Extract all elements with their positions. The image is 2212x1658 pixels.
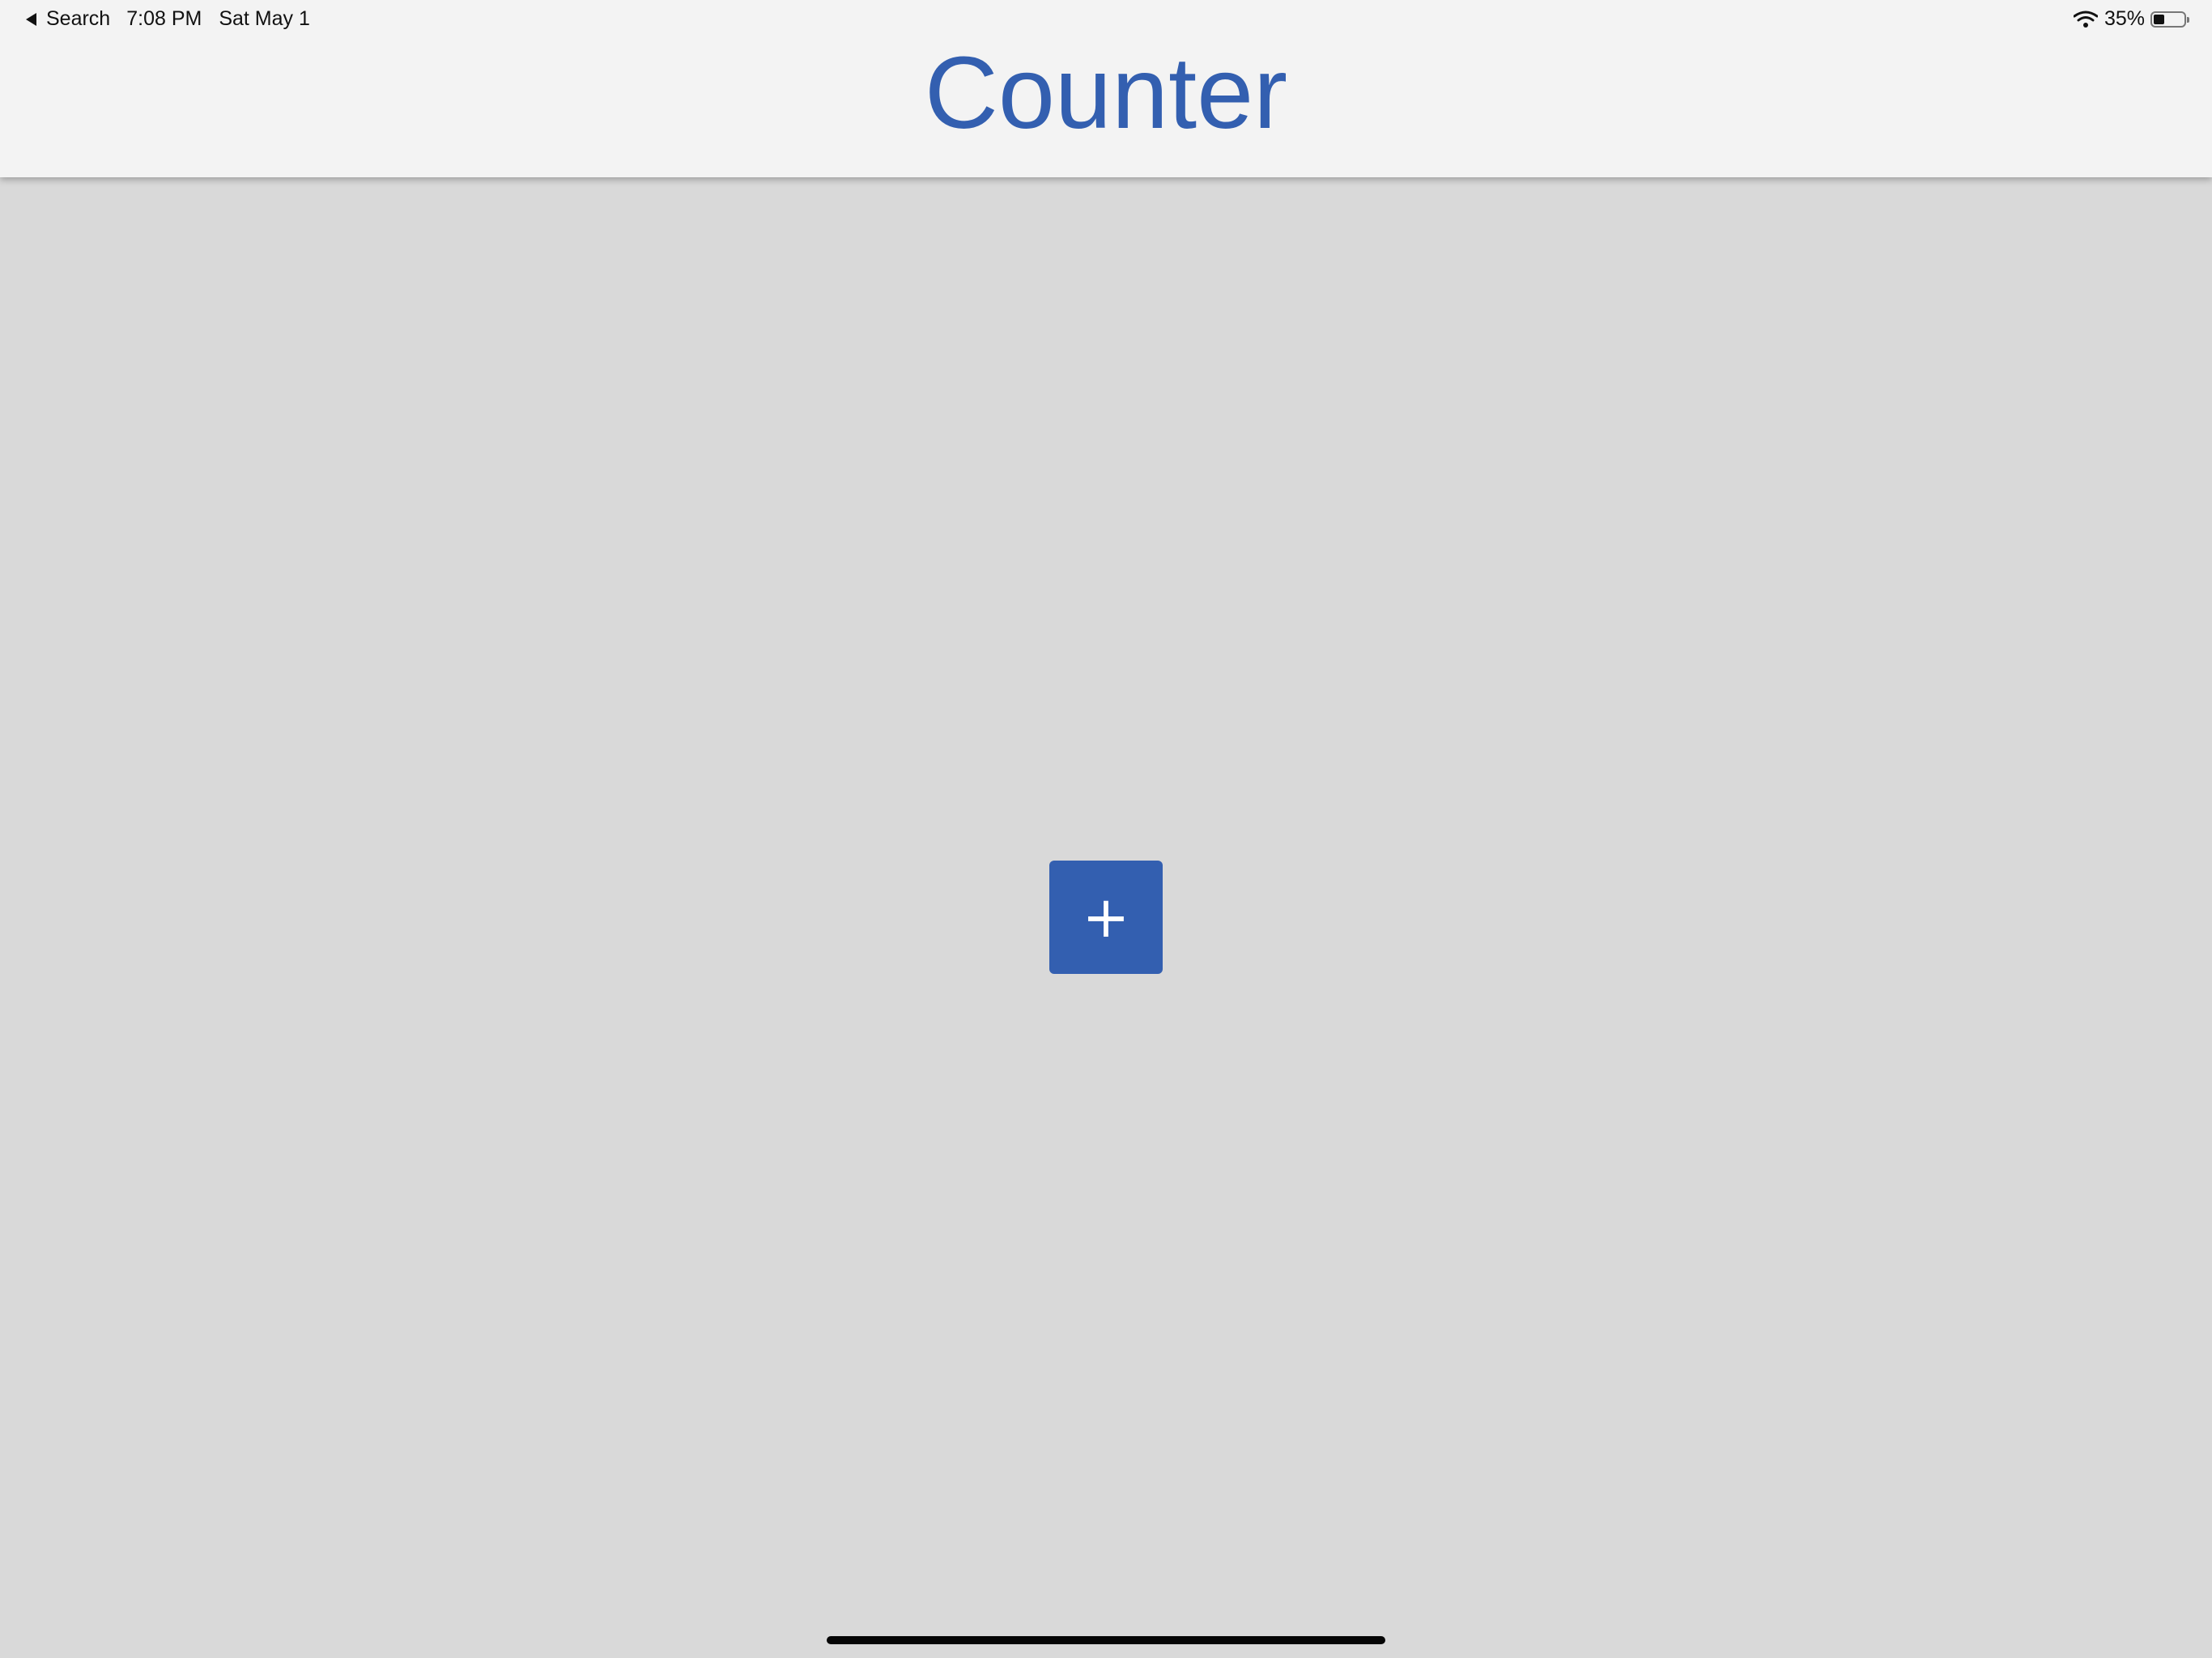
battery-fill [2154,14,2164,24]
back-link[interactable]: Search [46,7,110,31]
battery-cap [2187,16,2189,23]
battery-percentage: 35% [2104,7,2145,30]
wifi-icon [2073,11,2098,28]
header: Search 7:08 PM Sat May 1 35% Counter [0,0,2212,177]
battery-icon [2150,11,2189,28]
page-title: Counter [924,36,1288,150]
status-date: Sat May 1 [219,7,310,30]
status-left: Search 7:08 PM Sat May 1 [26,7,310,31]
back-icon[interactable] [26,12,36,26]
home-indicator[interactable] [827,1636,1385,1644]
status-right: 35% [2073,7,2189,31]
app-screen: Search 7:08 PM Sat May 1 35% Counter + [0,0,2212,1658]
status-bar: Search 7:08 PM Sat May 1 35% [0,0,2212,39]
status-time: 7:08 PM [126,7,202,30]
increment-button[interactable]: + [1049,861,1163,974]
